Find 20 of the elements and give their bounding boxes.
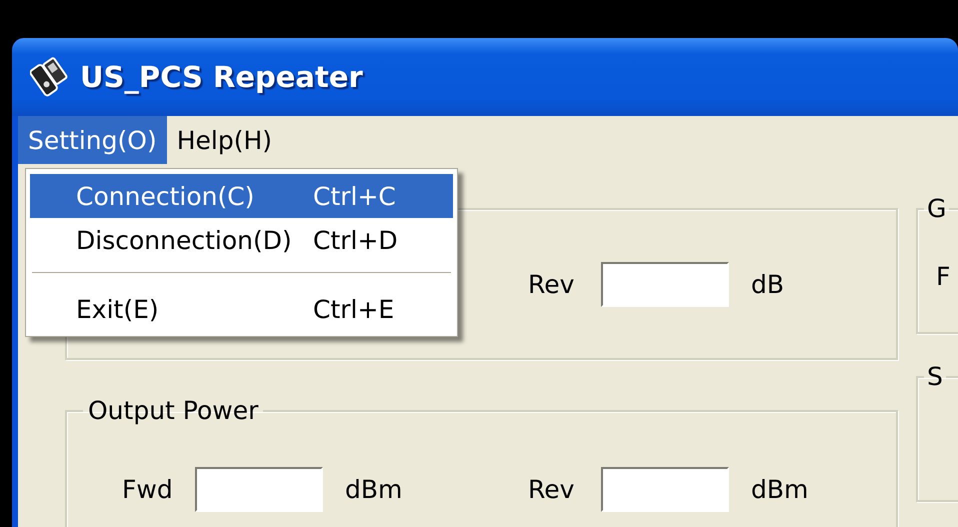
text-field[interactable]: [195, 467, 323, 512]
menu-item[interactable]: Exit(E) Ctrl+E: [30, 287, 453, 331]
group-title: Output Power: [87, 398, 260, 423]
group-title: G: [926, 196, 948, 221]
group-title: S: [926, 364, 944, 389]
menu-title[interactable]: Setting(O): [18, 116, 167, 164]
field-label: Rev: [528, 270, 576, 298]
window-title: US_PCS Repeater: [80, 60, 363, 94]
menu-item[interactable]: Connection(C) Ctrl+C: [30, 174, 453, 218]
text-field[interactable]: [601, 467, 729, 512]
menu-title[interactable]: Help(H): [166, 116, 282, 164]
unit-label: dBm: [345, 475, 402, 504]
text-field[interactable]: [601, 262, 729, 306]
devices-icon: [30, 57, 70, 97]
unit-label: dBm: [751, 475, 808, 504]
menu-item[interactable]: Disconnection(D) Ctrl+D: [30, 218, 453, 262]
field-label: Fwd: [122, 475, 174, 504]
field-label: Rev: [528, 475, 576, 504]
field-label: F: [936, 262, 952, 291]
unit-label: dB: [751, 270, 784, 298]
